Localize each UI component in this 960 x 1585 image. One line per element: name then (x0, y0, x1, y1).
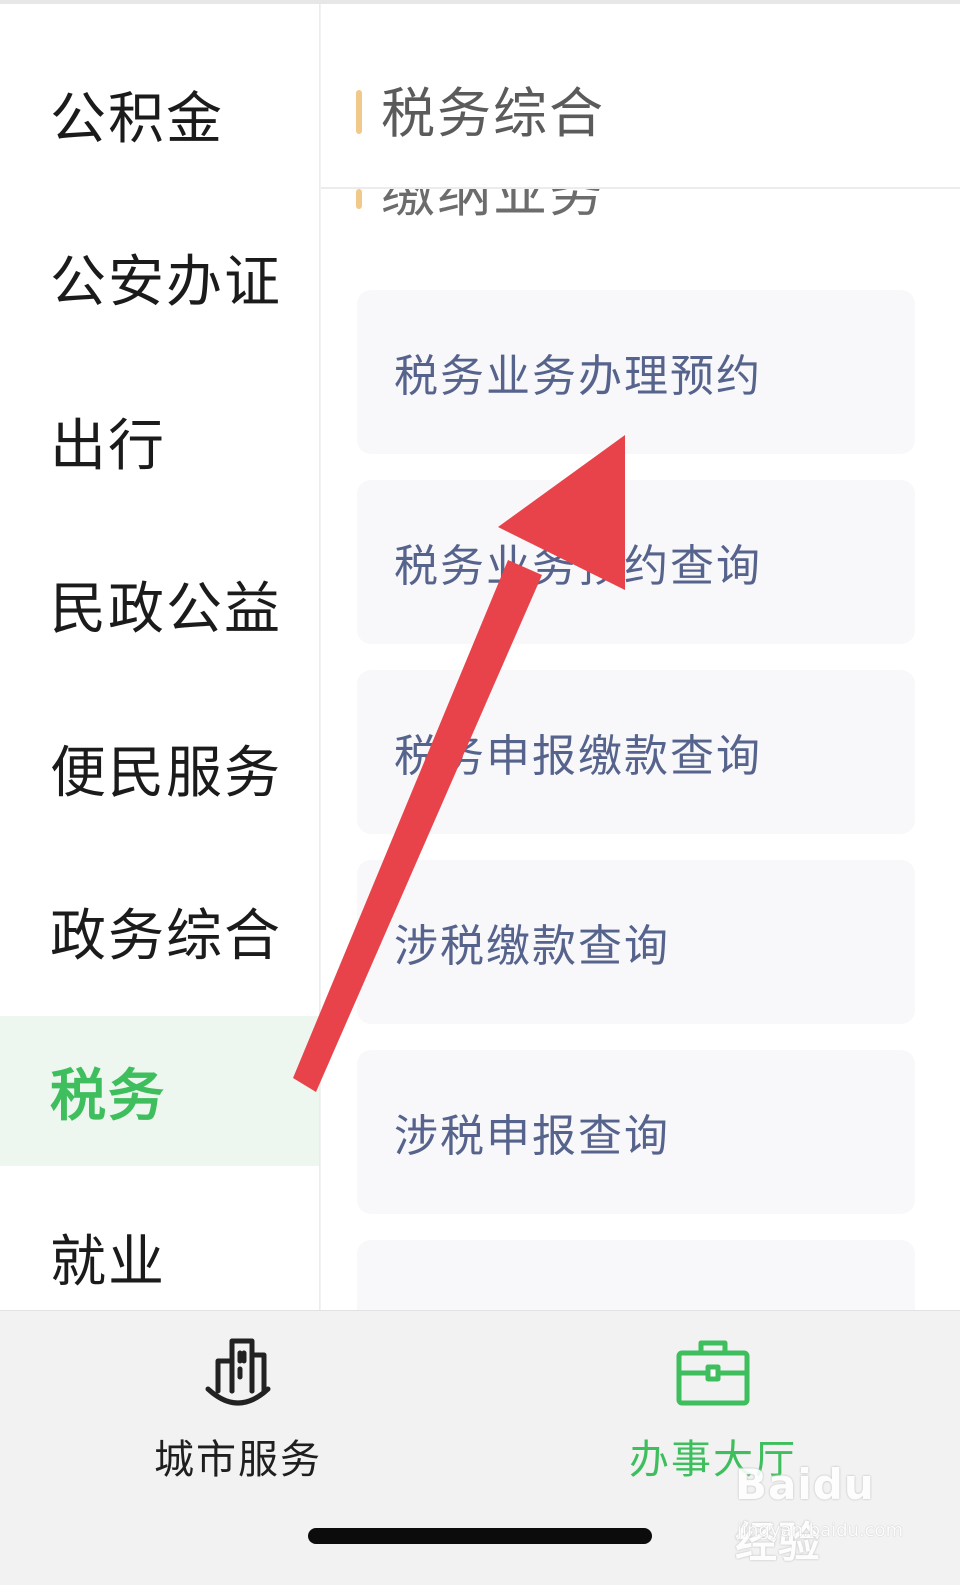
baidu-jingyan-watermark: Baidu经验 jingyan.baidu.com (735, 1460, 915, 1567)
briefcase-icon (671, 1331, 755, 1415)
sidebar-item-tax[interactable]: 税务 (0, 1016, 319, 1166)
subsection-header: 缴纳业务 (321, 189, 960, 229)
service-card-label: 涉税申报查询 (394, 1111, 670, 1162)
tab-city-services[interactable]: 城市服务 (88, 1331, 388, 1483)
service-list-panel: 税务综合 缴纳业务 税务业务办理预约 税务业务预约查询 税务申报缴款查询 涉税缴… (321, 4, 960, 1310)
section-header: 税务综合 (321, 4, 960, 189)
service-card-label: 税务申报缴款查询 (394, 731, 762, 782)
section-accent-bar (356, 90, 362, 134)
sidebar-item-convenience[interactable]: 便民服务 (0, 693, 319, 843)
sidebar-item-civil-affairs[interactable]: 民政公益 (0, 529, 319, 679)
service-card-tax-declaration-query[interactable]: 涉税申报查询 (357, 1050, 915, 1214)
category-sidebar: 公积金 公安办证 出行 民政公益 便民服务 政务综合 税务 就业 (0, 4, 320, 1310)
sidebar-item-label: 公积金 (50, 86, 224, 152)
sidebar-item-label: 民政公益 (50, 576, 282, 642)
sidebar-item-housing-fund[interactable]: 公积金 (0, 39, 319, 189)
tab-service-hall[interactable]: 办事大厅 (563, 1331, 863, 1483)
service-card-tax-payment-query[interactable]: 涉税缴款查询 (357, 860, 915, 1024)
sidebar-item-public-security[interactable]: 公安办证 (0, 202, 319, 352)
sidebar-item-label: 便民服务 (50, 740, 282, 806)
city-buildings-icon (196, 1331, 280, 1415)
service-card-declaration-payment-query[interactable]: 税务申报缴款查询 (357, 670, 915, 834)
service-card-tax-appointment[interactable]: 税务业务办理预约 (357, 290, 915, 454)
subsection-title: 缴纳业务 (381, 189, 605, 224)
sidebar-item-label: 政务综合 (50, 903, 282, 969)
watermark-url: jingyan.baidu.com (737, 1520, 904, 1541)
sidebar-item-employment[interactable]: 就业 (0, 1182, 319, 1310)
sidebar-item-label: 公安办证 (50, 249, 282, 315)
service-card-label: 税务业务办理预约 (394, 351, 762, 402)
sidebar-item-government[interactable]: 政务综合 (0, 856, 319, 1006)
section-title: 税务综合 (381, 82, 605, 145)
sidebar-item-label: 税务 (50, 1063, 166, 1129)
service-card-label: 税务业务预约查询 (394, 541, 762, 592)
sidebar-item-label: 就业 (50, 1229, 166, 1295)
service-card-label: 涉税缴款查询 (394, 921, 670, 972)
watermark-logo: Baidu经验 (735, 1460, 875, 1567)
tab-label: 城市服务 (154, 1437, 322, 1483)
sidebar-item-label: 出行 (50, 413, 166, 479)
home-indicator (308, 1528, 652, 1544)
subsection-accent-bar (356, 189, 362, 209)
service-card-appointment-query[interactable]: 税务业务预约查询 (357, 480, 915, 644)
service-card-partial[interactable] (357, 1240, 915, 1310)
sidebar-item-travel[interactable]: 出行 (0, 366, 319, 516)
